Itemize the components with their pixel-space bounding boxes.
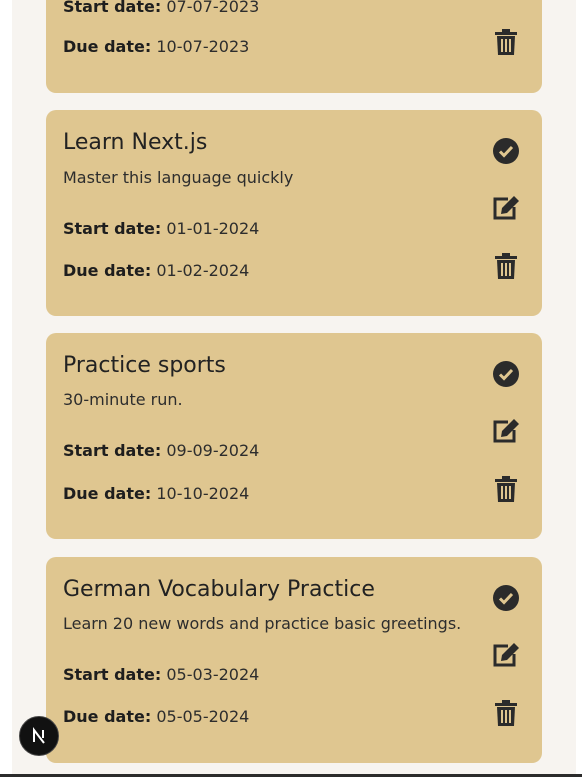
task-card: German Vocabulary Practice Learn 20 new … [46,557,542,763]
start-date-label: Start date: [63,665,162,684]
start-date-value: 07-07-2023 [166,0,260,16]
check-circle-icon [493,138,519,164]
edit-button[interactable] [492,417,520,445]
delete-button[interactable] [492,252,520,280]
due-date-label: Due date: [63,37,152,56]
trash-icon [495,476,517,502]
start-date-row: Start date: 01-01-2024 [63,219,259,238]
due-date-label: Due date: [63,707,152,726]
task-card: Learn Next.js Master this language quick… [46,110,542,316]
delete-button[interactable] [492,699,520,727]
edit-icon [493,196,519,220]
task-title: German Vocabulary Practice [63,577,375,602]
start-date-row: Start date: 05-03-2024 [63,665,259,684]
edit-icon [493,419,519,443]
due-date-row: Due date: 05-05-2024 [63,707,249,726]
nextjs-logo-icon [33,727,45,744]
check-circle-icon [493,361,519,387]
due-date-label: Due date: [63,484,152,503]
complete-button[interactable] [492,360,520,388]
trash-icon [495,29,517,55]
task-description: Learn 20 new words and practice basic gr… [63,614,462,633]
due-date-row: Due date: 01-02-2024 [63,261,249,280]
scroll-gutter [576,0,582,777]
task-description: 30-minute run. [63,390,183,409]
trash-icon [495,253,517,279]
start-date-label: Start date: [63,0,162,16]
due-date-value: 10-10-2024 [156,484,250,503]
due-date-value: 01-02-2024 [156,261,250,280]
nextjs-dev-badge[interactable] [19,716,59,756]
due-date-row: Due date: 10-07-2023 [63,37,249,56]
start-date-row: Start date: 09-09-2024 [63,441,259,460]
task-title: Learn Next.js [63,130,208,155]
due-date-label: Due date: [63,261,152,280]
start-date-value: 05-03-2024 [166,665,260,684]
due-date-value: 05-05-2024 [156,707,250,726]
delete-button[interactable] [492,475,520,503]
task-card: Practice sports 30-minute run. Start dat… [46,333,542,539]
task-card: Start date: 07-07-2023 Due date: 10-07-2… [46,0,542,93]
task-title: Practice sports [63,353,226,378]
complete-button[interactable] [492,137,520,165]
start-date-value: 01-01-2024 [166,219,260,238]
task-description: Master this language quickly [63,168,294,187]
start-date-value: 09-09-2024 [166,441,260,460]
delete-button[interactable] [492,28,520,56]
trash-icon [495,700,517,726]
complete-button[interactable] [492,584,520,612]
due-date-row: Due date: 10-10-2024 [63,484,249,503]
start-date-row: Start date: 07-07-2023 [63,0,259,16]
check-circle-icon [493,585,519,611]
edit-button[interactable] [492,194,520,222]
edit-button[interactable] [492,641,520,669]
start-date-label: Start date: [63,219,162,238]
start-date-label: Start date: [63,441,162,460]
edit-icon [493,643,519,667]
due-date-value: 10-07-2023 [156,37,250,56]
